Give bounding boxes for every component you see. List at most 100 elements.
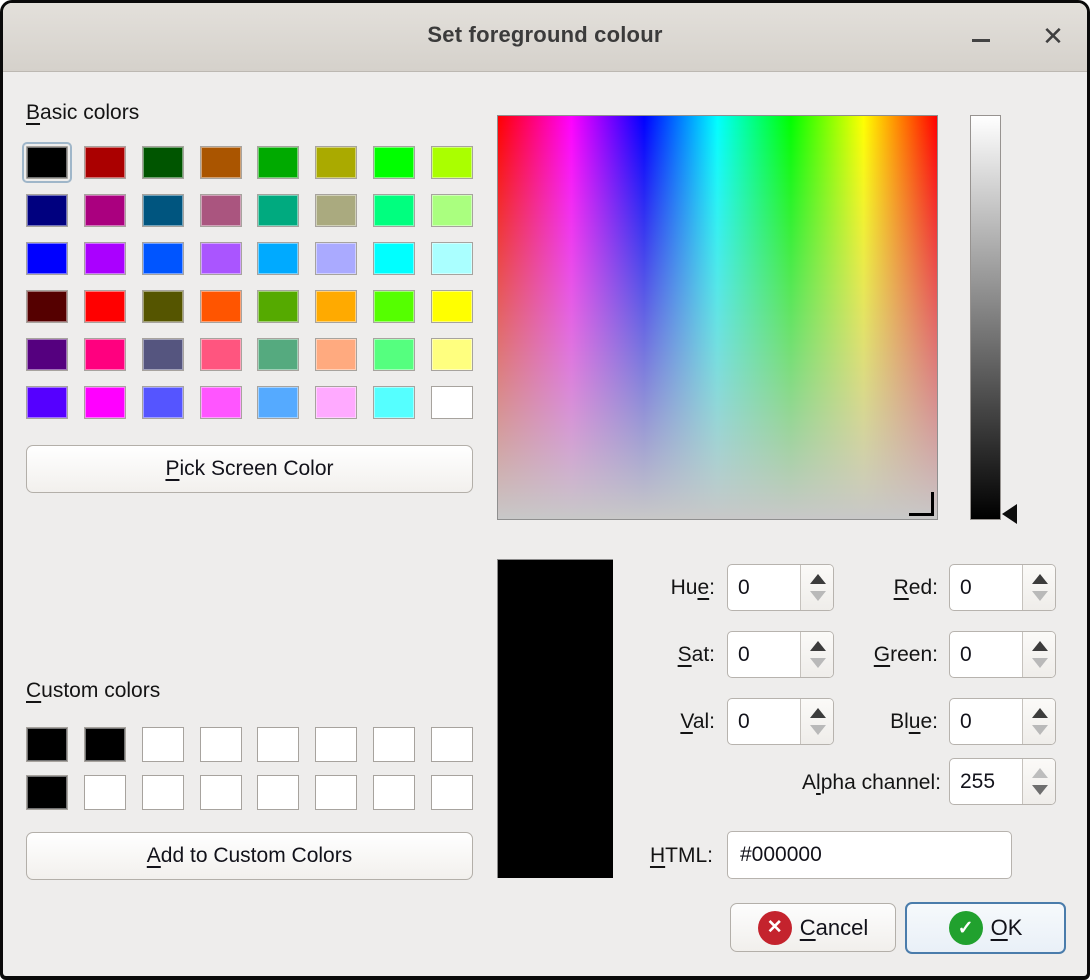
ok-button[interactable]: ✓ OK: [905, 902, 1066, 954]
val-input[interactable]: [728, 699, 799, 744]
basic-color-swatch[interactable]: [200, 146, 242, 179]
alpha-spinbox: [949, 758, 1056, 805]
custom-color-swatch[interactable]: [373, 775, 415, 810]
custom-color-swatch[interactable]: [315, 775, 357, 810]
basic-color-swatch[interactable]: [315, 242, 357, 275]
basic-color-swatch[interactable]: [84, 194, 126, 227]
spin-up-icon[interactable]: [1032, 708, 1048, 718]
custom-color-swatch[interactable]: [200, 775, 242, 810]
basic-color-swatch[interactable]: [373, 242, 415, 275]
basic-color-swatch[interactable]: [26, 386, 68, 419]
basic-color-swatch[interactable]: [200, 290, 242, 323]
basic-color-swatch[interactable]: [200, 194, 242, 227]
html-color-input[interactable]: [727, 831, 1012, 879]
spin-down-icon[interactable]: [1032, 725, 1048, 735]
basic-color-swatch[interactable]: [26, 338, 68, 371]
basic-color-swatch[interactable]: [431, 146, 473, 179]
basic-color-swatch[interactable]: [142, 338, 184, 371]
green-spinbox: [949, 631, 1056, 678]
basic-color-swatch[interactable]: [84, 386, 126, 419]
dialog-window: Set foreground colour ✕ Basic colors Pic…: [0, 0, 1090, 980]
basic-color-swatch[interactable]: [257, 242, 299, 275]
red-label: Red:: [813, 576, 938, 600]
spin-down-icon[interactable]: [1032, 658, 1048, 668]
current-color-preview: [497, 559, 613, 878]
basic-color-swatch[interactable]: [373, 194, 415, 227]
basic-color-swatch[interactable]: [373, 146, 415, 179]
alpha-input[interactable]: [950, 759, 1021, 804]
custom-color-swatch[interactable]: [431, 727, 473, 762]
basic-color-swatch[interactable]: [315, 194, 357, 227]
custom-color-swatch[interactable]: [26, 775, 68, 810]
value-slider-handle[interactable]: [1002, 504, 1017, 524]
basic-color-swatch[interactable]: [84, 146, 126, 179]
basic-color-swatch[interactable]: [431, 290, 473, 323]
basic-color-swatch[interactable]: [142, 242, 184, 275]
basic-color-swatch[interactable]: [200, 338, 242, 371]
basic-color-swatch[interactable]: [257, 386, 299, 419]
basic-color-swatch[interactable]: [257, 194, 299, 227]
green-input[interactable]: [950, 632, 1021, 677]
basic-color-swatch[interactable]: [373, 290, 415, 323]
basic-color-swatch[interactable]: [142, 194, 184, 227]
spin-up-icon[interactable]: [1032, 641, 1048, 651]
basic-color-swatch[interactable]: [257, 290, 299, 323]
titlebar[interactable]: Set foreground colour ✕: [3, 3, 1087, 72]
basic-color-swatch[interactable]: [84, 338, 126, 371]
basic-color-swatch[interactable]: [315, 338, 357, 371]
add-to-custom-colors-button[interactable]: Add to Custom Colors: [26, 832, 473, 880]
custom-color-swatch[interactable]: [26, 727, 68, 762]
spin-down-icon[interactable]: [1032, 591, 1048, 601]
basic-color-swatch[interactable]: [142, 386, 184, 419]
custom-color-swatch[interactable]: [142, 727, 184, 762]
red-spinbox: [949, 564, 1056, 611]
custom-color-swatch[interactable]: [257, 775, 299, 810]
basic-color-swatch[interactable]: [431, 386, 473, 419]
custom-color-swatch[interactable]: [257, 727, 299, 762]
basic-color-swatch[interactable]: [431, 242, 473, 275]
value-slider[interactable]: [970, 115, 1001, 520]
pick-screen-color-button[interactable]: Pick Screen Color: [26, 445, 473, 493]
custom-color-swatch[interactable]: [84, 775, 126, 810]
cancel-button[interactable]: ✕ Cancel: [730, 903, 896, 952]
hue-input[interactable]: [728, 565, 799, 610]
custom-color-swatch[interactable]: [431, 775, 473, 810]
picker-crosshair: [909, 513, 934, 516]
basic-color-swatch[interactable]: [257, 146, 299, 179]
minimize-icon[interactable]: [972, 39, 990, 42]
basic-color-swatch[interactable]: [200, 242, 242, 275]
alpha-label: Alpha channel:: [693, 771, 941, 795]
basic-color-swatch[interactable]: [315, 290, 357, 323]
close-icon[interactable]: ✕: [1038, 19, 1068, 53]
custom-color-swatch[interactable]: [373, 727, 415, 762]
dialog-body: Set foreground colour ✕ Basic colors Pic…: [3, 3, 1087, 976]
basic-color-swatch[interactable]: [315, 146, 357, 179]
custom-color-swatch[interactable]: [84, 727, 126, 762]
custom-color-swatch[interactable]: [142, 775, 184, 810]
basic-color-swatch[interactable]: [84, 242, 126, 275]
red-input[interactable]: [950, 565, 1021, 610]
hue-saturation-picker[interactable]: [497, 115, 938, 520]
basic-color-swatch[interactable]: [431, 338, 473, 371]
basic-color-swatch[interactable]: [142, 290, 184, 323]
basic-color-swatch[interactable]: [26, 194, 68, 227]
basic-color-swatch[interactable]: [315, 386, 357, 419]
basic-color-swatch[interactable]: [142, 146, 184, 179]
basic-color-swatch[interactable]: [257, 338, 299, 371]
custom-color-swatch[interactable]: [200, 727, 242, 762]
basic-color-swatch[interactable]: [26, 290, 68, 323]
basic-color-swatch[interactable]: [26, 146, 68, 179]
blue-input[interactable]: [950, 699, 1021, 744]
basic-color-swatch[interactable]: [373, 386, 415, 419]
basic-color-swatch[interactable]: [373, 338, 415, 371]
sat-label: Sat:: [603, 643, 715, 667]
sat-input[interactable]: [728, 632, 799, 677]
spin-up-icon[interactable]: [1032, 768, 1048, 778]
basic-color-swatch[interactable]: [200, 386, 242, 419]
basic-color-swatch[interactable]: [84, 290, 126, 323]
basic-color-swatch[interactable]: [26, 242, 68, 275]
custom-color-swatch[interactable]: [315, 727, 357, 762]
spin-down-icon[interactable]: [1032, 785, 1048, 795]
spin-up-icon[interactable]: [1032, 574, 1048, 584]
basic-color-swatch[interactable]: [431, 194, 473, 227]
